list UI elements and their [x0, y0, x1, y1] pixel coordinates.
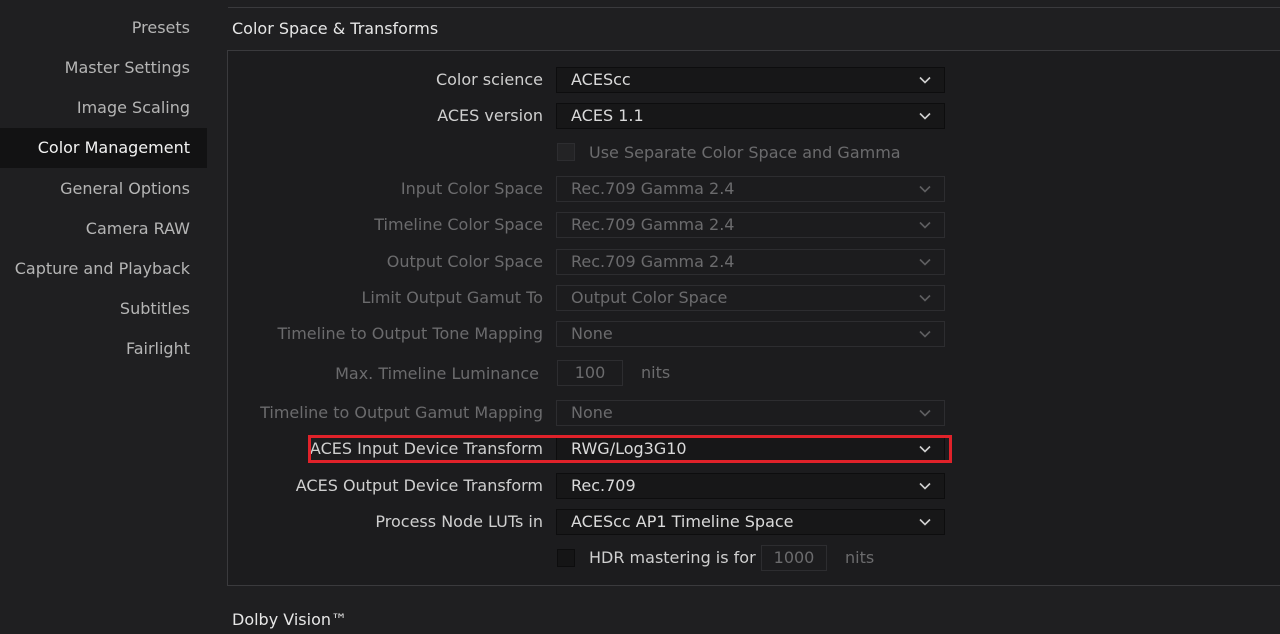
gamut-mapping-value: None [571, 403, 613, 422]
annotation-highlight-box [308, 435, 952, 463]
hdr-mastering-input[interactable]: 1000 [761, 545, 827, 571]
tone-mapping-value: None [571, 324, 613, 343]
tone-mapping-label: Timeline to Output Tone Mapping [277, 324, 543, 343]
output-color-space-label: Output Color Space [386, 252, 543, 271]
max-luminance-unit: nits [641, 363, 671, 382]
project-settings-window: Presets Master Settings Image Scaling Co… [0, 0, 1280, 634]
gamut-mapping-dropdown[interactable]: None [556, 400, 945, 426]
section-title: Color Space & Transforms [232, 19, 439, 38]
limit-gamut-dropdown[interactable]: Output Color Space [556, 285, 945, 311]
dolby-vision-title: Dolby Vision™ [232, 610, 348, 629]
chevron-down-icon [918, 291, 932, 305]
input-color-space-label: Input Color Space [400, 179, 543, 198]
sidebar-item-color-management[interactable]: Color Management [0, 128, 207, 168]
sidebar-item-camera-raw[interactable]: Camera RAW [0, 209, 207, 249]
aces-odt-value: Rec.709 [571, 476, 636, 495]
color-space-group [227, 50, 1280, 586]
aces-odt-label: ACES Output Device Transform [295, 476, 543, 495]
tone-mapping-dropdown[interactable]: None [556, 321, 945, 347]
top-divider [228, 7, 1280, 8]
aces-version-label: ACES version [437, 106, 543, 125]
aces-odt-dropdown[interactable]: Rec.709 [556, 473, 945, 499]
separate-gamma-checkbox[interactable] [557, 143, 575, 161]
separate-gamma-label: Use Separate Color Space and Gamma [589, 143, 901, 162]
chevron-down-icon [918, 109, 932, 123]
sidebar-item-presets[interactable]: Presets [0, 8, 207, 48]
output-color-space-dropdown[interactable]: Rec.709 Gamma 2.4 [556, 249, 945, 275]
process-luts-label: Process Node LUTs in [375, 512, 543, 531]
chevron-down-icon [918, 73, 932, 87]
timeline-color-space-dropdown[interactable]: Rec.709 Gamma 2.4 [556, 212, 945, 238]
chevron-down-icon [918, 479, 932, 493]
hdr-mastering-label: HDR mastering is for [589, 548, 756, 567]
color-science-value: ACEScc [571, 70, 631, 89]
gamut-mapping-label: Timeline to Output Gamut Mapping [260, 403, 543, 422]
aces-version-value: ACES 1.1 [571, 106, 644, 125]
sidebar-item-general-options[interactable]: General Options [0, 169, 207, 209]
limit-gamut-value: Output Color Space [571, 288, 728, 307]
sidebar-item-fairlight[interactable]: Fairlight [0, 329, 207, 369]
chevron-down-icon [918, 255, 932, 269]
aces-version-dropdown[interactable]: ACES 1.1 [556, 103, 945, 129]
timeline-color-space-label: Timeline Color Space [374, 215, 543, 234]
limit-gamut-label: Limit Output Gamut To [361, 288, 543, 307]
max-luminance-label: Max. Timeline Luminance [335, 364, 539, 383]
chevron-down-icon [918, 327, 932, 341]
chevron-down-icon [918, 406, 932, 420]
process-luts-value: ACEScc AP1 Timeline Space [571, 512, 794, 531]
chevron-down-icon [918, 218, 932, 232]
color-science-dropdown[interactable]: ACEScc [556, 67, 945, 93]
chevron-down-icon [918, 182, 932, 196]
input-color-space-dropdown[interactable]: Rec.709 Gamma 2.4 [556, 176, 945, 202]
sidebar-item-image-scaling[interactable]: Image Scaling [0, 88, 207, 128]
process-luts-dropdown[interactable]: ACEScc AP1 Timeline Space [556, 509, 945, 535]
timeline-color-space-value: Rec.709 Gamma 2.4 [571, 215, 735, 234]
hdr-mastering-checkbox[interactable] [557, 549, 575, 567]
sidebar-item-subtitles[interactable]: Subtitles [0, 289, 207, 329]
input-color-space-value: Rec.709 Gamma 2.4 [571, 179, 735, 198]
color-science-label: Color science [435, 70, 543, 89]
hdr-mastering-unit: nits [845, 548, 875, 567]
sidebar-item-master-settings[interactable]: Master Settings [0, 48, 207, 88]
settings-sidebar: Presets Master Settings Image Scaling Co… [0, 0, 207, 634]
sidebar-item-capture-playback[interactable]: Capture and Playback [0, 249, 207, 289]
max-luminance-input[interactable]: 100 [557, 360, 623, 386]
output-color-space-value: Rec.709 Gamma 2.4 [571, 252, 735, 271]
chevron-down-icon [918, 515, 932, 529]
